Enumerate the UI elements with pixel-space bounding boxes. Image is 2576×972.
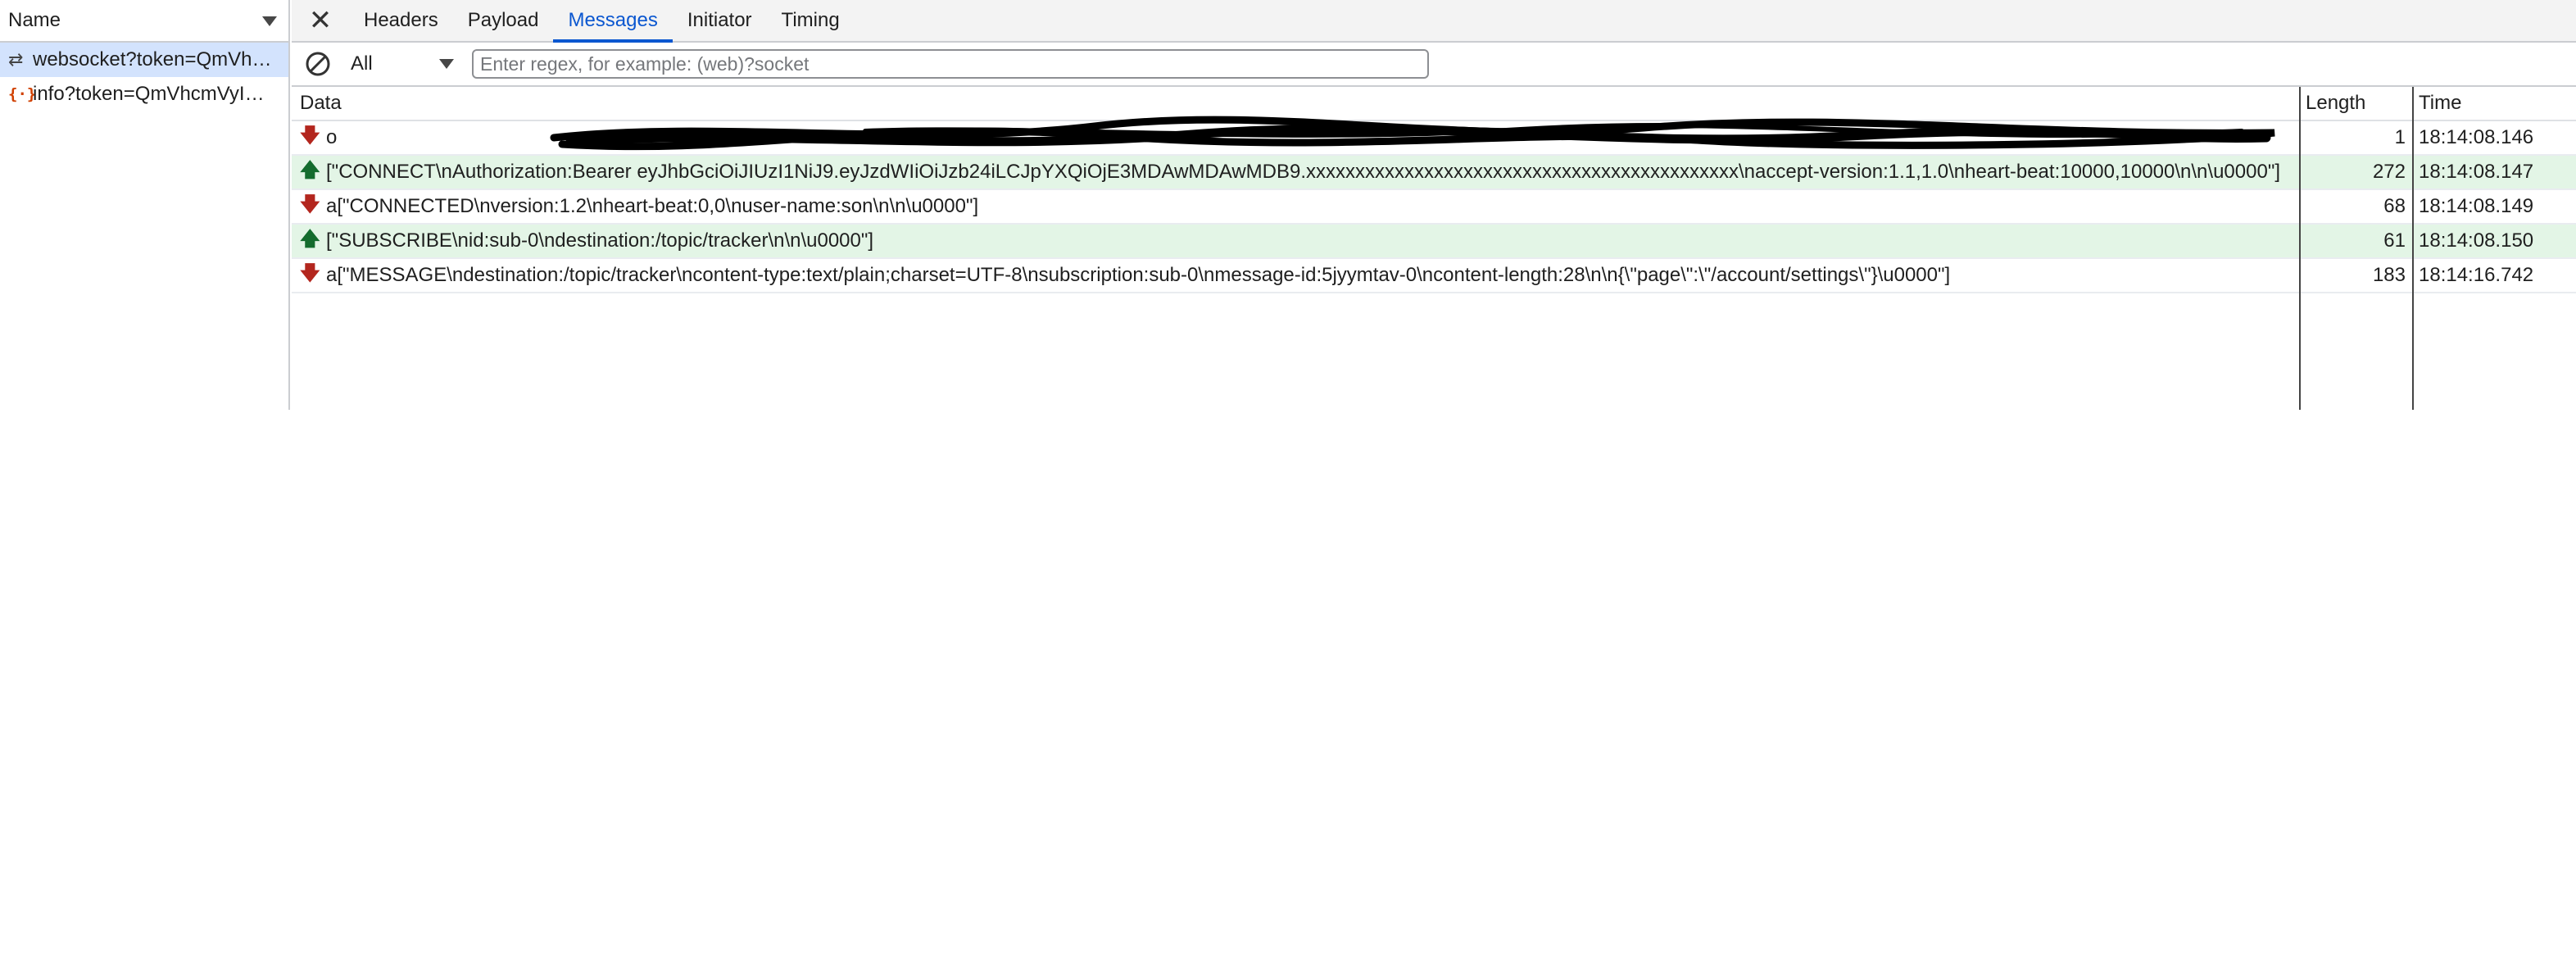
chevron-down-icon [439, 59, 454, 69]
message-row[interactable]: 🡅 ["CONNECT\nAuthorization:Bearer eyJhbGc… [292, 156, 2576, 190]
close-icon: ✕ [308, 5, 333, 36]
json-braces-icon: {·} [8, 85, 37, 103]
column-divider[interactable] [2299, 87, 2301, 410]
chevron-down-icon[interactable] [262, 16, 277, 26]
message-length-cell: 183 [2372, 264, 2406, 286]
close-button[interactable]: ✕ [292, 0, 349, 41]
websocket-icon: ⇄ [8, 49, 24, 70]
regex-filter-input[interactable] [472, 49, 1429, 79]
arrow-up-icon: 🡅 [300, 227, 320, 250]
request-item-label: websocket?token=QmVhcmVyIGV5SmhiR2NpT2lK… [33, 48, 279, 70]
tab-timing[interactable]: Timing [767, 0, 855, 41]
message-data-cell: 🡇 a["MESSAGE\ndestination:/topic/tracker\… [292, 259, 2299, 293]
message-length-cell: 1 [2394, 126, 2406, 148]
grid-header-row: Data Length Time [292, 87, 2576, 121]
message-time-cell: 18:14:16.742 [2419, 264, 2534, 286]
message-row[interactable]: 🡅 ["SUBSCRIBE\nid:sub-0\ndestination:/top… [292, 225, 2576, 259]
message-type-value: All [351, 52, 373, 75]
message-length-cell: 68 [2383, 195, 2406, 217]
arrow-up-icon: 🡅 [300, 158, 320, 181]
message-time-cell: 18:14:08.149 [2419, 195, 2534, 217]
message-length-cell: 61 [2383, 229, 2406, 252]
clear-messages-button[interactable] [302, 48, 334, 80]
message-data-text: o [326, 125, 338, 148]
arrow-down-icon: 🡇 [300, 261, 320, 284]
arrow-down-icon: 🡇 [300, 193, 320, 216]
length-column-header[interactable]: Length [2299, 92, 2412, 115]
message-data-text: a["MESSAGE\ndestination:/topic/tracker\n… [326, 263, 1951, 286]
message-data-cell: 🡇 o [292, 121, 2299, 155]
request-list-panel: Name ⇄ websocket?token=QmVhcmVyIGV5SmhiR… [0, 0, 290, 410]
time-column-header[interactable]: Time [2412, 92, 2576, 115]
message-length-cell: 272 [2372, 161, 2406, 183]
message-data-cell: 🡇 a["CONNECTED\nversion:1.2\nheart-beat:0… [292, 190, 2299, 224]
message-data-cell: 🡅 ["SUBSCRIBE\nid:sub-0\ndestination:/top… [292, 225, 2299, 258]
message-data-text: ["SUBSCRIBE\nid:sub-0\ndestination:/topi… [326, 229, 874, 252]
message-time-cell: 18:14:08.147 [2419, 161, 2534, 183]
tab-messages[interactable]: Messages [553, 0, 673, 43]
message-filter-bar: All [292, 43, 2576, 87]
message-data-text: ["CONNECT\nAuthorization:Bearer eyJhbGci… [326, 160, 2280, 183]
request-item-info[interactable]: {·} info?token=QmVhcmVyIGV5SmhiR2NpT2lKS… [0, 77, 288, 111]
message-row[interactable]: 🡇 a["MESSAGE\ndestination:/topic/tracker\… [292, 259, 2576, 293]
name-column-header[interactable]: Name [0, 0, 288, 43]
arrow-down-icon: 🡇 [300, 124, 320, 147]
request-item-websocket[interactable]: ⇄ websocket?token=QmVhcmVyIGV5SmhiR2NpT2… [0, 43, 288, 77]
request-item-label: info?token=QmVhcmVyIGV5SmhiR2NpT2lKSVV6S… [33, 83, 279, 105]
block-icon [306, 52, 330, 76]
tab-headers[interactable]: Headers [349, 0, 453, 41]
column-divider[interactable] [2412, 87, 2414, 410]
message-time-cell: 18:14:08.150 [2419, 229, 2534, 252]
message-data-text: a["CONNECTED\nversion:1.2\nheart-beat:0,… [326, 194, 979, 217]
tab-initiator[interactable]: Initiator [673, 0, 767, 41]
message-row[interactable]: 🡇 o 1 18:14:08.146 [292, 121, 2576, 156]
message-row[interactable]: 🡇 a["CONNECTED\nversion:1.2\nheart-beat:0… [292, 190, 2576, 225]
tab-payload[interactable]: Payload [453, 0, 554, 41]
message-time-cell: 18:14:08.146 [2419, 126, 2534, 148]
data-column-header[interactable]: Data [292, 92, 2299, 115]
messages-grid: Data Length Time 🡇 o 1 18:14:08.146 🡅 ["CO… [292, 87, 2576, 410]
details-tab-bar: ✕ Headers Payload Messages Initiator Tim… [292, 0, 2576, 43]
request-details-panel: ✕ Headers Payload Messages Initiator Tim… [292, 0, 2576, 410]
message-type-select[interactable]: All [351, 48, 465, 80]
name-header-label: Name [8, 9, 61, 31]
message-data-cell: 🡅 ["CONNECT\nAuthorization:Bearer eyJhbGc… [292, 156, 2299, 189]
